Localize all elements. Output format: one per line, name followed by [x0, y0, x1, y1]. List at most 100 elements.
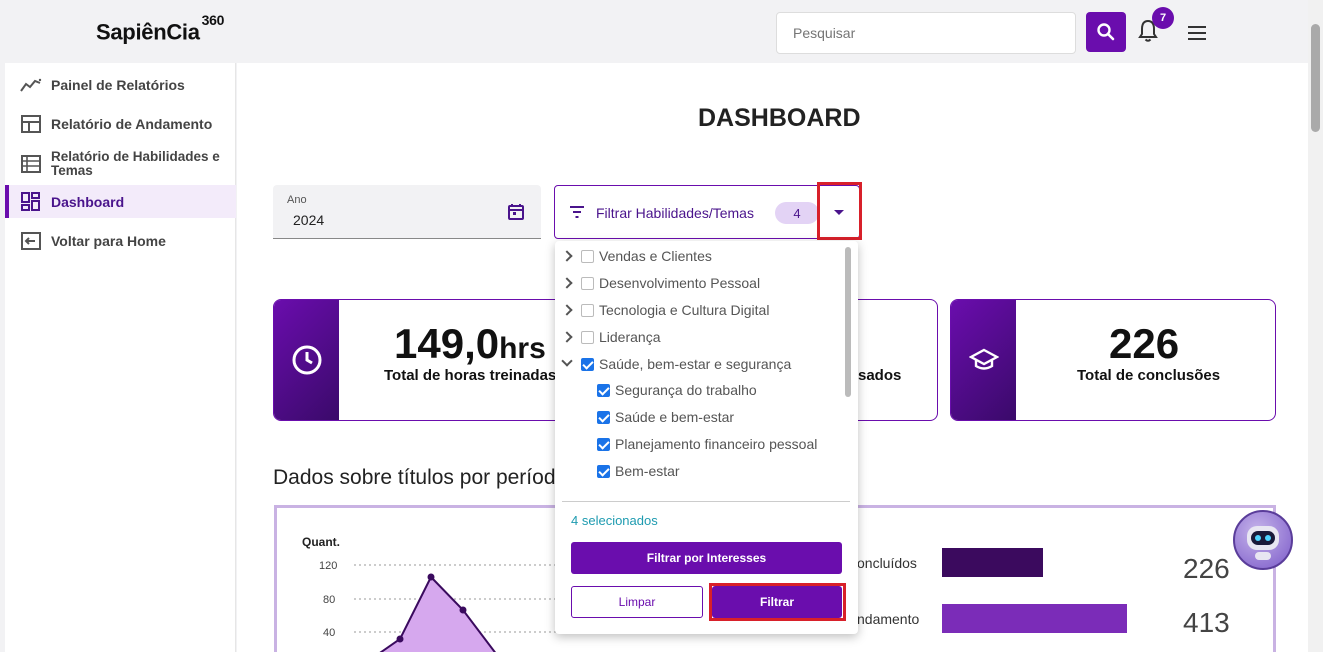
sidebar-item-label: Relatório de Andamento [51, 116, 213, 132]
scrollbar-thumb[interactable] [1311, 24, 1320, 132]
option-planejamento[interactable]: Planejamento financeiro pessoal [597, 436, 817, 452]
section-title: Dados sobre títulos por períod [273, 466, 556, 489]
calendar-icon[interactable] [507, 203, 525, 221]
bar-value: 226 [1183, 553, 1230, 584]
hours-unit: hrs [499, 332, 546, 365]
highlight-dropdown-arrow [817, 182, 862, 240]
option-saude-bem-estar[interactable]: Saúde e bem-estar [597, 409, 734, 425]
data-point [427, 573, 435, 581]
checkbox-checked[interactable] [597, 437, 610, 451]
search-input[interactable] [776, 12, 1076, 54]
year-value: 2024 [293, 212, 325, 228]
sidebar-item-label: Dashboard [51, 193, 125, 210]
checkbox-checked[interactable] [597, 383, 610, 397]
option-desenvolvimento[interactable]: Desenvolvimento Pessoal [561, 275, 761, 291]
page-title: DASHBOARD [698, 104, 861, 132]
chevron-right-icon[interactable] [561, 277, 573, 289]
bar-label: oncluídos [857, 555, 917, 571]
page-scrollbar[interactable] [1308, 0, 1323, 652]
option-tecnologia[interactable]: Tecnologia e Cultura Digital [561, 302, 770, 318]
top-bar: SapiênCia360 7 [0, 0, 1308, 63]
option-vendas[interactable]: Vendas e Clientes [561, 248, 712, 264]
sidebar-item-label: Voltar para Home [51, 233, 166, 249]
hours-value: 149,0hrs [394, 320, 546, 368]
option-seguranca-trabalho[interactable]: Segurança do trabalho [597, 382, 757, 398]
clear-button[interactable]: Limpar [571, 586, 703, 618]
option-label: Bem-estar [615, 463, 680, 479]
bar-value: 413 [1183, 607, 1230, 638]
search-icon [1097, 23, 1115, 41]
completions-label: Total de conclusões [1077, 367, 1221, 384]
sidebar-item-label: Painel de Relatórios [51, 77, 185, 93]
sidebar-item-andamento[interactable]: Relatório de Andamento [5, 112, 236, 136]
hours-number: 149,0 [394, 320, 500, 367]
dropdown-scrollbar[interactable] [845, 247, 851, 397]
chevron-down-icon[interactable] [561, 355, 573, 367]
accessed-label: sados [858, 367, 902, 384]
logout-icon [20, 230, 42, 252]
dashboard-icon [20, 191, 42, 213]
chatbot-avatar[interactable] [1233, 510, 1293, 570]
checkbox[interactable] [581, 303, 594, 317]
selected-count: 4 selecionados [571, 513, 658, 528]
chevron-right-icon[interactable] [561, 250, 573, 262]
bar-concluidos [942, 548, 1043, 577]
option-label: Planejamento financeiro pessoal [615, 436, 818, 452]
filter-count-badge: 4 [775, 202, 819, 224]
sidebar-item-dashboard[interactable]: Dashboard [5, 185, 236, 218]
checkbox[interactable] [581, 330, 594, 344]
option-label: Vendas e Clientes [599, 248, 712, 264]
table-icon [20, 153, 42, 175]
y-tick: 120 [319, 560, 337, 572]
option-label: Saúde e bem-estar [615, 409, 735, 425]
bar-label: ndamento [857, 611, 919, 627]
sidebar-item-home[interactable]: Voltar para Home [5, 229, 236, 253]
checkbox-checked[interactable] [581, 357, 594, 371]
checkbox[interactable] [581, 249, 594, 263]
sidebar: Painel de Relatórios Relatório de Andame… [5, 63, 236, 652]
layout-icon [20, 113, 42, 135]
sidebar-item-painel[interactable]: Painel de Relatórios [5, 73, 236, 97]
bar-andamento [942, 604, 1127, 633]
notification-badge: 7 [1152, 7, 1174, 29]
robot-icon [1247, 526, 1279, 560]
option-label: Tecnologia e Cultura Digital [599, 302, 770, 318]
card-side [951, 300, 1016, 420]
checkbox[interactable] [581, 276, 594, 290]
highlight-filter-button [709, 583, 846, 621]
y-tick: 80 [323, 594, 335, 606]
sidebar-item-habilidades[interactable]: Relatório de Habilidades e Temas [5, 148, 236, 180]
year-label: Ano [287, 194, 307, 206]
checkbox-checked[interactable] [597, 464, 610, 478]
option-saude-seguranca[interactable]: Saúde, bem-estar e segurança [561, 355, 792, 372]
sidebar-item-label: Relatório de Habilidades e Temas [51, 149, 220, 178]
filter-interests-button[interactable]: Filtrar por Interesses [571, 542, 842, 574]
hours-label: Total de horas treinadas [384, 367, 557, 384]
area-series [379, 575, 496, 652]
card-side [274, 300, 339, 420]
option-lideranca[interactable]: Liderança [561, 329, 661, 345]
logo-suffix: 360 [201, 12, 225, 28]
data-point [396, 635, 404, 643]
search-button[interactable] [1086, 12, 1126, 52]
option-label: Desenvolvimento Pessoal [599, 275, 761, 291]
divider [562, 501, 850, 502]
logo[interactable]: SapiênCia 360 [96, 12, 224, 45]
clock-icon [292, 345, 321, 375]
chevron-right-icon[interactable] [561, 304, 573, 316]
y-tick: 40 [323, 627, 335, 639]
option-label: Saúde, bem-estar e segurança [599, 356, 792, 372]
data-point [459, 606, 467, 614]
option-label: Liderança [599, 329, 661, 345]
card-hours: 149,0hrs Total de horas treinadas [273, 299, 563, 421]
skills-filter-select[interactable]: Filtrar Habilidades/Temas 4 [554, 185, 860, 239]
card-completions: 226 Total de conclusões [950, 299, 1276, 421]
year-field[interactable]: Ano 2024 [273, 185, 541, 239]
completions-value: 226 [1109, 320, 1180, 367]
hamburger-menu-icon[interactable] [1186, 24, 1208, 42]
chevron-right-icon[interactable] [561, 331, 573, 343]
option-bem-estar[interactable]: Bem-estar [597, 463, 680, 479]
checkbox-checked[interactable] [597, 410, 610, 424]
graduation-cap-icon [968, 348, 999, 370]
y-axis-label: Quant. [302, 535, 340, 549]
